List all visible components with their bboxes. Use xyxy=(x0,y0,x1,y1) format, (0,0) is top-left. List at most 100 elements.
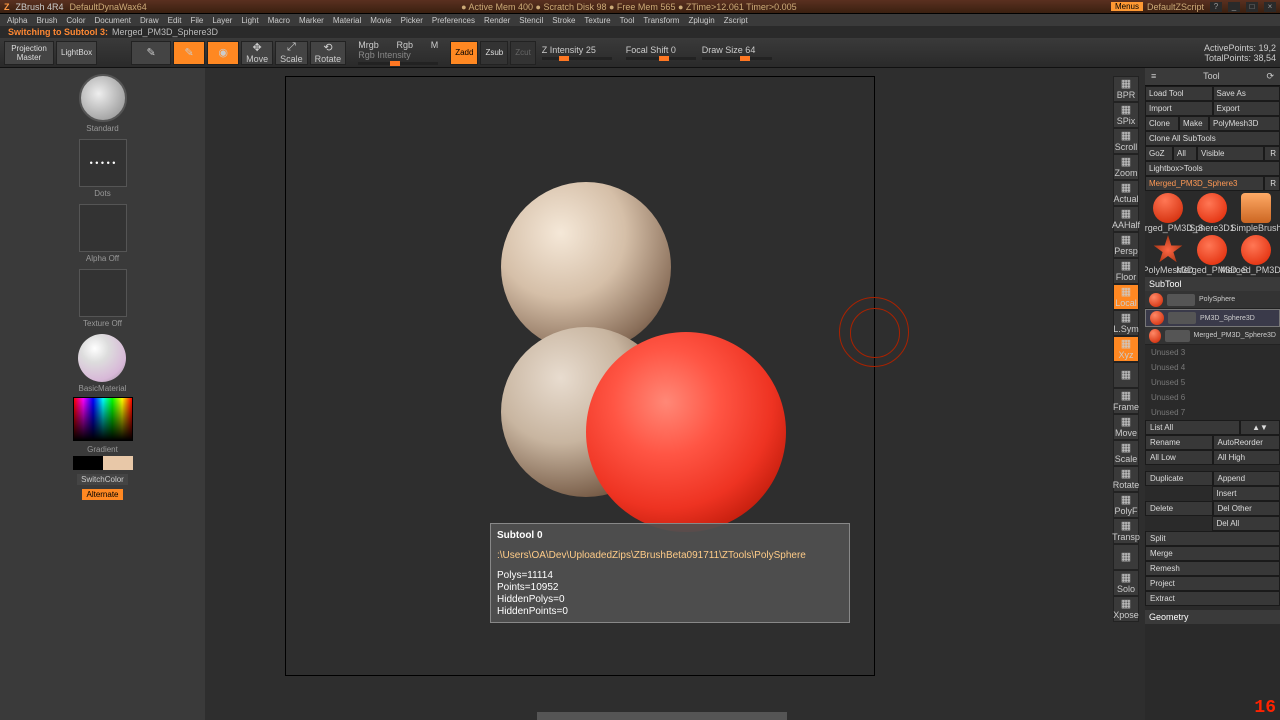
clone-all-button[interactable]: Clone All SubTools xyxy=(1145,131,1280,146)
vtool-transp[interactable]: ▦Transp xyxy=(1113,518,1139,544)
menu-layer[interactable]: Layer xyxy=(209,16,235,25)
stroke-thumb[interactable]: • • • • • xyxy=(79,139,127,187)
gradient-swatch[interactable] xyxy=(73,456,133,470)
vtool-floor[interactable]: ▦Floor xyxy=(1113,258,1139,284)
m-label[interactable]: M xyxy=(431,40,439,50)
vtool-bpr[interactable]: ▦BPR xyxy=(1113,76,1139,102)
alternate-button[interactable]: Alternate xyxy=(82,489,122,500)
menu-zscript[interactable]: Zscript xyxy=(721,16,751,25)
minimize-icon[interactable]: _ xyxy=(1228,2,1240,12)
rename-button[interactable]: Rename xyxy=(1145,435,1213,450)
menu-color[interactable]: Color xyxy=(63,16,88,25)
edit-button[interactable]: ✎ xyxy=(173,41,205,65)
menu-stencil[interactable]: Stencil xyxy=(516,16,546,25)
focal-shift-slider[interactable] xyxy=(626,57,696,60)
insert-button[interactable]: Insert xyxy=(1212,486,1280,501)
vtool-xyz[interactable]: ▦Xyz xyxy=(1113,336,1139,362)
quick-sketch-button[interactable]: ✎ xyxy=(131,41,171,65)
menu-draw[interactable]: Draw xyxy=(137,16,162,25)
arrows-icon[interactable]: ▲▼ xyxy=(1240,420,1280,435)
expand-icon[interactable]: ≡ xyxy=(1151,71,1156,82)
geometry-section-header[interactable]: Geometry xyxy=(1145,610,1280,624)
split-button[interactable]: Split xyxy=(1145,531,1280,546)
tool-item[interactable]: Sphere3D1 xyxy=(1191,193,1233,233)
vtool-scale[interactable]: ▦Scale xyxy=(1113,440,1139,466)
vtool-aahalf[interactable]: ▦AAHalf xyxy=(1113,206,1139,232)
projection-master-button[interactable]: Projection Master xyxy=(4,41,54,65)
vtool-xpose[interactable]: ▦Xpose xyxy=(1113,596,1139,622)
zsub-button[interactable]: Zsub xyxy=(480,41,508,65)
vtool-scroll[interactable]: ▦Scroll xyxy=(1113,128,1139,154)
scale-button[interactable]: ⤢Scale xyxy=(275,41,308,65)
material-thumb[interactable] xyxy=(78,334,126,382)
texture-thumb[interactable] xyxy=(79,269,127,317)
menu-light[interactable]: Light xyxy=(238,16,261,25)
goz-button[interactable]: GoZ xyxy=(1145,146,1173,161)
timeline-track[interactable] xyxy=(537,712,787,720)
default-zscript[interactable]: DefaultZScript xyxy=(1147,2,1204,12)
menu-document[interactable]: Document xyxy=(92,16,134,25)
move-button[interactable]: ✥Move xyxy=(241,41,273,65)
help-icon[interactable]: ? xyxy=(1210,2,1222,12)
vtool-persp[interactable]: ▦Persp xyxy=(1113,232,1139,258)
rgb-intensity-slider[interactable] xyxy=(358,62,438,65)
alpha-thumb[interactable] xyxy=(79,204,127,252)
menu-preferences[interactable]: Preferences xyxy=(429,16,478,25)
zcut-button[interactable]: Zcut xyxy=(510,41,536,65)
vtool-local[interactable]: ▦Local xyxy=(1113,284,1139,310)
vtool-spix[interactable]: ▦SPix xyxy=(1113,102,1139,128)
draw-size-slider[interactable] xyxy=(702,57,772,60)
zadd-button[interactable]: Zadd xyxy=(450,41,478,65)
z-intensity-slider[interactable] xyxy=(542,57,612,60)
close-icon[interactable]: × xyxy=(1264,2,1276,12)
vtool-blank[interactable]: ▦ xyxy=(1113,362,1139,388)
vtool-zoom[interactable]: ▦Zoom xyxy=(1113,154,1139,180)
menu-stroke[interactable]: Stroke xyxy=(549,16,578,25)
menu-picker[interactable]: Picker xyxy=(398,16,426,25)
subtool-item[interactable]: Merged_PM3D_Sphere3D xyxy=(1145,327,1280,345)
collapse-icon[interactable]: ⟳ xyxy=(1266,71,1274,82)
menu-material[interactable]: Material xyxy=(330,16,364,25)
subtool-item[interactable]: PM3D_Sphere3D xyxy=(1145,309,1280,327)
rotate-button[interactable]: ⟲Rotate xyxy=(310,41,347,65)
make-button[interactable]: Make xyxy=(1179,116,1209,131)
tool-r-button[interactable]: R xyxy=(1264,176,1280,191)
list-all-button[interactable]: List All xyxy=(1145,420,1240,435)
goz-all-button[interactable]: All xyxy=(1173,146,1197,161)
vtool-solo[interactable]: ▦Solo xyxy=(1113,570,1139,596)
lightbox-button[interactable]: LightBox xyxy=(56,41,97,65)
menu-edit[interactable]: Edit xyxy=(165,16,185,25)
menu-transform[interactable]: Transform xyxy=(640,16,682,25)
maximize-icon[interactable]: □ xyxy=(1246,2,1258,12)
export-button[interactable]: Export xyxy=(1213,101,1280,116)
vtool-blank[interactable]: ▦ xyxy=(1113,544,1139,570)
del-other-button[interactable]: Del Other xyxy=(1213,501,1280,516)
current-tool-name[interactable]: Merged_PM3D_Sphere3 xyxy=(1145,176,1264,191)
tool-item[interactable]: SimpleBrush xyxy=(1235,193,1277,233)
clone-button[interactable]: Clone xyxy=(1145,116,1179,131)
project-button[interactable]: Project xyxy=(1145,576,1280,591)
load-tool-button[interactable]: Load Tool xyxy=(1145,86,1213,101)
vtool-actual[interactable]: ▦Actual xyxy=(1113,180,1139,206)
menu-texture[interactable]: Texture xyxy=(581,16,613,25)
vtool-frame[interactable]: ▦Frame xyxy=(1113,388,1139,414)
mrgb-label[interactable]: Mrgb xyxy=(358,40,379,50)
subtool-item[interactable]: PolySphere xyxy=(1145,291,1280,309)
menu-zplugin[interactable]: Zplugin xyxy=(685,16,717,25)
vtool-l.sym[interactable]: ▦L.Sym xyxy=(1113,310,1139,336)
lightbox-tools-button[interactable]: Lightbox>Tools xyxy=(1145,161,1280,176)
menu-alpha[interactable]: Alpha xyxy=(4,16,30,25)
goz-visible-button[interactable]: Visible xyxy=(1197,146,1264,161)
all-low-button[interactable]: All Low xyxy=(1145,450,1213,465)
del-all-button[interactable]: Del All xyxy=(1212,516,1280,531)
menu-file[interactable]: File xyxy=(187,16,206,25)
menu-movie[interactable]: Movie xyxy=(367,16,394,25)
vtool-move[interactable]: ▦Move xyxy=(1113,414,1139,440)
save-as-button[interactable]: Save As xyxy=(1213,86,1280,101)
merge-button[interactable]: Merge xyxy=(1145,546,1280,561)
subtool-section-header[interactable]: SubTool xyxy=(1145,277,1280,291)
tool-item[interactable]: Meroed_PM3D_S xyxy=(1235,235,1277,275)
menu-render[interactable]: Render xyxy=(481,16,513,25)
switch-color-button[interactable]: SwitchColor xyxy=(77,474,128,485)
polymesh3d-button[interactable]: PolyMesh3D xyxy=(1209,116,1280,131)
